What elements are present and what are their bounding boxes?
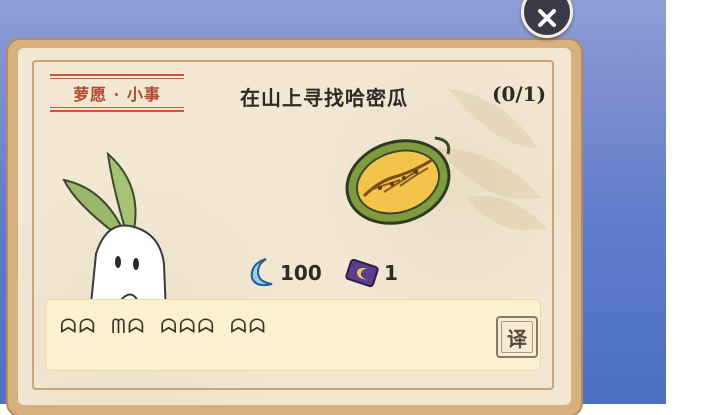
quest-title: 在山上寻找哈密瓜: [240, 86, 408, 110]
moon-ticket-icon: [345, 258, 379, 288]
npc-dialog-text: ᗣᗣ ᗰᗣ ᗣᗣᗣ ᗣᗣ: [60, 314, 268, 338]
reward-moon: 100: [244, 256, 322, 290]
quest-progress: (0/1): [492, 82, 547, 106]
translate-label: 译: [507, 326, 527, 351]
quest-card: 萝愿 · 小事 在山上寻找哈密瓜 (0/1) 100 1 ᗣᗣ ᗰᗣ ᗣᗣᗣ ᗣ…: [8, 40, 581, 415]
quest-type-label: 萝愿 · 小事: [73, 85, 161, 104]
reward-ticket: 1: [342, 256, 398, 290]
moon-currency-icon: [250, 258, 273, 287]
translate-button[interactable]: 译: [496, 316, 538, 358]
cantaloupe-icon: [345, 136, 451, 225]
quest-paper: 萝愿 · 小事 在山上寻找哈密瓜 (0/1) 100 1 ᗣᗣ ᗰᗣ ᗣᗣᗣ ᗣ…: [18, 48, 571, 405]
quest-type-tag: 萝愿 · 小事: [50, 72, 184, 114]
reward-moon-amount: 100: [280, 261, 322, 285]
dialog-box: ᗣᗣ ᗰᗣ ᗣᗣᗣ ᗣᗣ 译: [46, 300, 540, 370]
radish-npc-icon: [62, 151, 168, 314]
reward-ticket-amount: 1: [384, 261, 398, 285]
close-icon: [538, 9, 556, 27]
